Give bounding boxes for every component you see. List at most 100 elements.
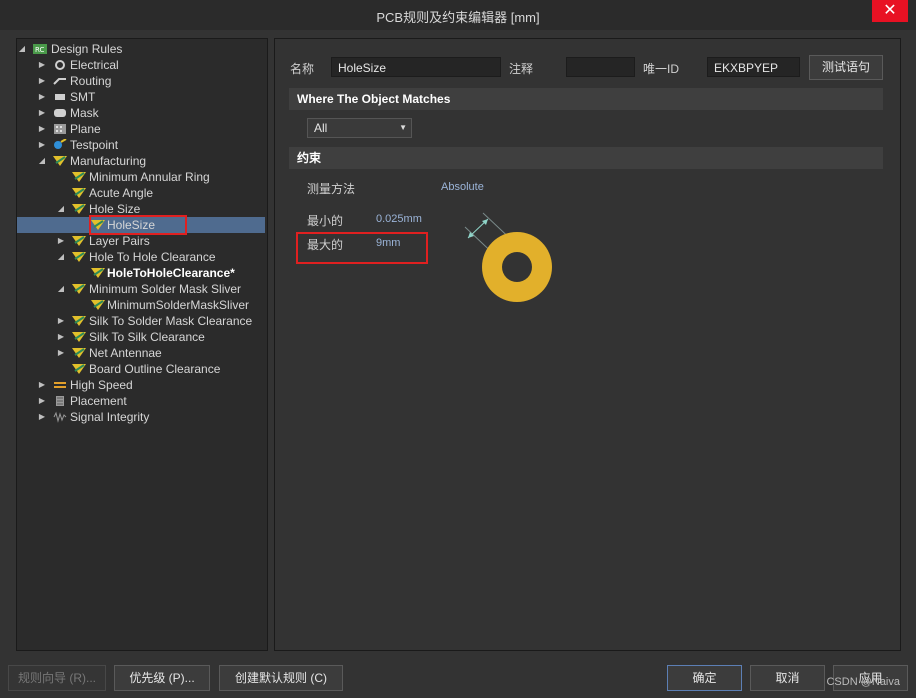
max-highlight-box xyxy=(296,232,428,264)
constraints-section-header: 约束 xyxy=(289,147,883,169)
expand-arrow-icon[interactable]: ▶ xyxy=(37,121,47,137)
test-query-button[interactable]: 测试语句 xyxy=(809,55,883,80)
comment-field[interactable] xyxy=(566,57,635,77)
name-field[interactable]: HoleSize xyxy=(331,57,501,77)
expand-arrow-icon[interactable]: ▶ xyxy=(56,233,66,249)
tree-item[interactable]: ▶ Layer Pairs xyxy=(17,233,265,249)
close-button[interactable]: ✕ xyxy=(872,0,908,22)
electrical-icon xyxy=(53,59,67,71)
tree-item-label: Minimum Annular Ring xyxy=(89,170,210,184)
expand-arrow-icon[interactable]: ▶ xyxy=(56,313,66,329)
expand-arrow-icon[interactable]: ▶ xyxy=(37,393,47,409)
routing-icon xyxy=(53,75,67,87)
tree-item-label: MinimumSolderMaskSliver xyxy=(107,298,250,312)
tree-item[interactable]: HoleSize xyxy=(17,215,265,235)
tree-item-label: Mask xyxy=(70,106,99,120)
placement-icon xyxy=(53,395,67,407)
tree-item[interactable]: ▶ SMT xyxy=(17,89,265,105)
tree-item[interactable]: Minimum Annular Ring xyxy=(17,169,265,185)
collapse-arrow-icon[interactable]: ◢ xyxy=(17,41,27,57)
expand-arrow-icon[interactable]: ▶ xyxy=(37,89,47,105)
priority-button[interactable]: 优先级 (P)... xyxy=(114,665,210,691)
svg-text:RC: RC xyxy=(35,46,45,54)
scope-dropdown[interactable]: All ▼ xyxy=(307,118,412,138)
tree-item-label: HoleToHoleClearance* xyxy=(107,266,235,280)
signal-integrity-icon xyxy=(53,411,67,423)
rule-icon xyxy=(72,347,86,359)
uid-field[interactable]: EKXBPYEP xyxy=(707,57,800,77)
hole-size-diagram xyxy=(464,212,552,302)
method-value[interactable]: Absolute xyxy=(441,181,484,193)
tree-item[interactable]: ◢ Minimum Solder Mask Sliver xyxy=(17,281,265,297)
uid-label: 唯一ID xyxy=(643,62,680,76)
expand-arrow-icon[interactable]: ▶ xyxy=(56,345,66,361)
rule-icon xyxy=(72,363,86,375)
watermark: CSDN @Naiva xyxy=(826,676,900,688)
expand-arrow-icon[interactable]: ▶ xyxy=(37,377,47,393)
tree-item-label: SMT xyxy=(70,90,96,104)
chevron-down-icon: ▼ xyxy=(399,123,407,132)
rule-icon xyxy=(72,187,86,199)
tree-item[interactable]: Board Outline Clearance xyxy=(17,361,265,377)
scope-dropdown-value: All xyxy=(314,121,328,135)
tree-item[interactable]: ▶ Mask xyxy=(17,105,265,121)
tree-item[interactable]: HoleToHoleClearance* xyxy=(17,265,265,281)
collapse-arrow-icon[interactable]: ◢ xyxy=(56,201,66,217)
tree-item-label: Design Rules xyxy=(51,42,123,56)
expand-arrow-icon[interactable]: ▶ xyxy=(56,329,66,345)
title-bar: PCB规则及约束编辑器 [mm] ✕ xyxy=(0,0,916,31)
collapse-arrow-icon[interactable]: ◢ xyxy=(56,281,66,297)
collapse-arrow-icon[interactable]: ◢ xyxy=(56,249,66,265)
tree-item[interactable]: ▶ Placement xyxy=(17,393,265,409)
tree-item[interactable]: ▶ High Speed xyxy=(17,377,265,393)
tree-item[interactable]: ▶ Testpoint xyxy=(17,137,265,153)
rule-icon xyxy=(72,315,86,327)
tree-item-label: Layer Pairs xyxy=(89,234,150,248)
rules-tree-panel[interactable]: ◢ RC Design Rules ▶ Electrical ▶ Routing ▶ SMT ▶ M… xyxy=(16,38,268,651)
tree-item[interactable]: ▶ Plane xyxy=(17,121,265,137)
expand-arrow-icon[interactable]: ▶ xyxy=(37,73,47,89)
tree-item[interactable]: ◢ Manufacturing xyxy=(17,153,265,169)
tree-item-label: Minimum Solder Mask Sliver xyxy=(89,282,242,296)
expand-arrow-icon[interactable]: ▶ xyxy=(37,409,47,425)
tree-item[interactable]: ▶ Signal Integrity xyxy=(17,409,265,425)
tree-item[interactable]: ▶ Net Antennae xyxy=(17,345,265,361)
high-speed-icon xyxy=(53,379,67,391)
tree-item[interactable]: ▶ Routing xyxy=(17,73,265,89)
create-default-rules-button[interactable]: 创建默认规则 (C) xyxy=(219,665,343,691)
name-label: 名称 xyxy=(290,62,315,76)
tree-item-label: Net Antennae xyxy=(89,346,162,360)
min-value[interactable]: 0.025mm xyxy=(376,213,422,225)
tree-item[interactable]: MinimumSolderMaskSliver xyxy=(17,297,265,313)
tree-item-label: Placement xyxy=(70,394,127,408)
tree-item[interactable]: ▶ Silk To Silk Clearance xyxy=(17,329,265,345)
tree-item-label: Hole To Hole Clearance xyxy=(89,250,216,264)
expand-arrow-icon[interactable]: ▶ xyxy=(37,57,47,73)
rule-icon xyxy=(72,283,86,295)
expand-arrow-icon[interactable]: ▶ xyxy=(37,137,47,153)
tree-item-label: Signal Integrity xyxy=(70,410,150,424)
tree-item[interactable]: ◢ RC Design Rules xyxy=(17,41,265,57)
tree-item-label: Silk To Solder Mask Clearance xyxy=(89,314,253,328)
collapse-arrow-icon[interactable]: ◢ xyxy=(37,153,47,169)
rule-wizard-button[interactable]: 规则向导 (R)... xyxy=(8,665,106,691)
tree-item[interactable]: ▶ Silk To Solder Mask Clearance xyxy=(17,313,265,329)
tree-item-label: Manufacturing xyxy=(70,154,147,168)
rule-icon xyxy=(72,331,86,343)
cancel-button[interactable]: 取消 xyxy=(750,665,825,691)
tree-item[interactable]: ◢ Hole To Hole Clearance xyxy=(17,249,265,265)
where-section-header: Where The Object Matches xyxy=(289,88,883,110)
tree-item[interactable]: ▶ Electrical xyxy=(17,57,265,73)
tree-item-label: Silk To Silk Clearance xyxy=(89,330,205,344)
ok-button[interactable]: 确定 xyxy=(667,665,742,691)
tree-item-label: Acute Angle xyxy=(89,186,154,200)
rule-icon xyxy=(72,171,86,183)
rule-icon xyxy=(72,235,86,247)
tree-item[interactable]: Acute Angle xyxy=(17,185,265,201)
tree-item-label: Testpoint xyxy=(70,138,119,152)
tree-item-label: Board Outline Clearance xyxy=(89,362,221,376)
tree-item-label: High Speed xyxy=(70,378,133,392)
expand-arrow-icon[interactable]: ▶ xyxy=(37,105,47,121)
rule-icon xyxy=(53,155,67,167)
min-label: 最小的 xyxy=(307,214,344,228)
